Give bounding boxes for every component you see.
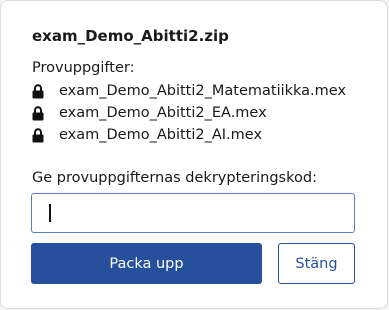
file-list: exam_Demo_Abitti2_Matematiikka.mex exam_… [32,80,346,146]
dialog-title: exam_Demo_Abitti2.zip [32,27,229,45]
decryption-code-input[interactable] [31,193,355,233]
lock-icon [32,83,44,98]
list-item: exam_Demo_Abitti2_Matematiikka.mex [32,80,346,102]
files-heading: Provuppgifter: [32,60,135,76]
close-button[interactable]: Stäng [278,243,355,284]
unpack-exam-dialog: exam_Demo_Abitti2.zip Provuppgifter: exa… [0,0,388,309]
list-item: exam_Demo_Abitti2_AI.mex [32,124,346,146]
file-name: exam_Demo_Abitti2_Matematiikka.mex [59,83,347,99]
decryption-code-label: Ge provuppgifternas dekrypteringskod: [32,170,317,186]
file-name: exam_Demo_Abitti2_AI.mex [59,127,263,143]
unpack-button[interactable]: Packa upp [31,243,262,284]
text-caret [49,204,51,222]
lock-icon [32,127,44,142]
list-item: exam_Demo_Abitti2_EA.mex [32,102,346,124]
file-name: exam_Demo_Abitti2_EA.mex [59,105,267,121]
lock-icon [32,105,44,120]
